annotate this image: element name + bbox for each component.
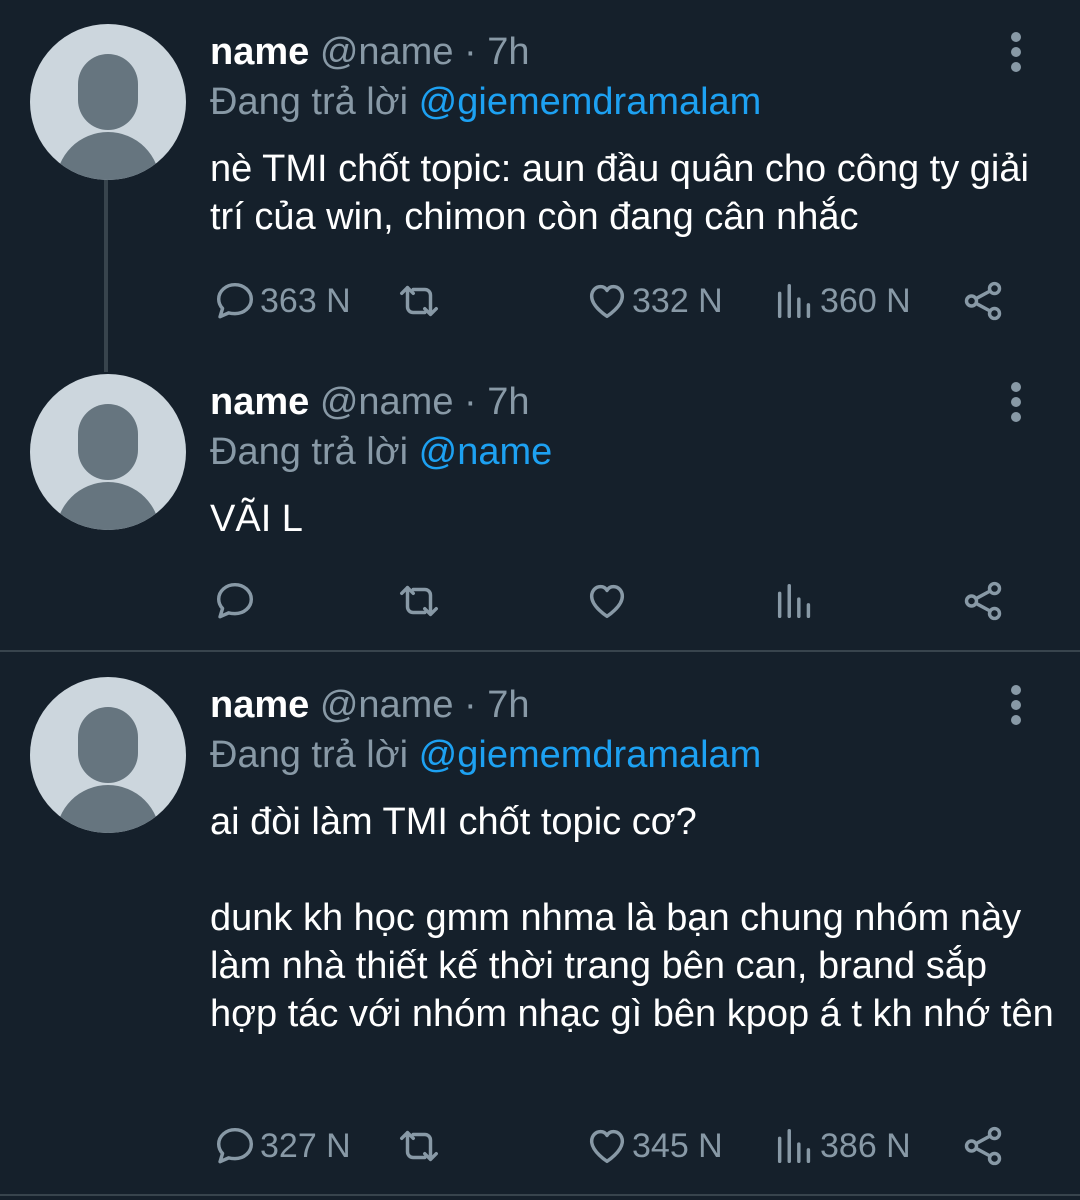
separator-dot: · <box>464 31 477 73</box>
retweet-button[interactable] <box>396 276 444 326</box>
heart-icon <box>589 584 625 619</box>
bar-chart-icon <box>777 583 811 619</box>
views-button[interactable]: 386 N <box>772 1121 911 1171</box>
avatar-body-shape <box>56 482 160 530</box>
heart-icon <box>589 284 625 319</box>
action-bar: 363 N 332 N 360 N <box>210 276 1060 326</box>
avatar[interactable] <box>30 24 186 180</box>
user-handle[interactable]: @name <box>320 31 454 73</box>
reply-button[interactable] <box>212 576 260 626</box>
avatar-head-shape <box>78 404 138 480</box>
views-button[interactable] <box>772 576 820 626</box>
tweet-feed: name @name · 7h Đang trả lời @giememdram… <box>0 0 1080 1200</box>
mention-link[interactable]: @name <box>419 431 553 473</box>
avatar-body-shape <box>56 785 160 833</box>
more-vertical-icon[interactable] <box>1008 32 1024 72</box>
tweet-time[interactable]: 7h <box>487 31 529 73</box>
heart-icon <box>589 1129 625 1164</box>
tweet-divider <box>0 1194 1080 1196</box>
action-bar <box>210 576 1060 626</box>
avatar-head-shape <box>78 54 138 130</box>
tweet-text: VÃI L <box>210 498 303 540</box>
display-name[interactable]: name <box>210 31 309 73</box>
tweet[interactable]: name @name · 7h Đang trả lời @name VÃI L <box>0 356 1080 650</box>
replying-to: Đang trả lời @giememdramalam <box>210 733 761 777</box>
retweet-icon <box>400 1130 438 1162</box>
like-count: 345 N <box>632 1126 723 1165</box>
tweet-header: name @name · 7h <box>210 30 530 74</box>
share-icon <box>964 281 1002 321</box>
bar-chart-icon <box>777 283 811 319</box>
user-handle[interactable]: @name <box>320 684 454 726</box>
tweet-text: nè TMI chốt topic: aun đầu quân cho công… <box>210 148 1029 238</box>
retweet-icon <box>400 585 438 617</box>
bar-chart-icon <box>777 1128 811 1164</box>
tweet-time[interactable]: 7h <box>487 684 529 726</box>
reply-button[interactable]: 363 N <box>212 276 351 326</box>
share-button[interactable] <box>960 276 1006 326</box>
tweet-header: name @name · 7h <box>210 380 530 424</box>
views-count: 360 N <box>820 281 911 320</box>
speech-bubble-icon <box>216 1127 254 1164</box>
like-button[interactable]: 332 N <box>584 276 723 326</box>
display-name[interactable]: name <box>210 684 309 726</box>
retweet-button[interactable] <box>396 576 444 626</box>
views-button[interactable]: 360 N <box>772 276 911 326</box>
avatar-body-shape <box>56 132 160 180</box>
share-icon <box>964 1126 1002 1166</box>
like-button[interactable] <box>584 576 632 626</box>
thread-connector <box>104 180 108 372</box>
speech-bubble-icon <box>216 282 254 319</box>
tweet-header: name @name · 7h <box>210 683 530 727</box>
separator-dot: · <box>464 684 477 726</box>
replying-to-label: Đang trả lời <box>210 81 409 123</box>
replying-to: Đang trả lời @name <box>210 430 552 474</box>
reply-count: 327 N <box>260 1126 351 1165</box>
like-button[interactable]: 345 N <box>584 1121 723 1171</box>
mention-link[interactable]: @giememdramalam <box>419 81 762 123</box>
avatar[interactable] <box>30 374 186 530</box>
replying-to-label: Đang trả lời <box>210 734 409 776</box>
display-name[interactable]: name <box>210 381 309 423</box>
mention-link[interactable]: @giememdramalam <box>419 734 762 776</box>
separator-dot: · <box>464 381 477 423</box>
tweet[interactable]: name @name · 7h Đang trả lời @giememdram… <box>0 0 1080 372</box>
tweet[interactable]: name @name · 7h Đang trả lời @giememdram… <box>0 652 1080 1192</box>
tweet-text: ai đòi làm TMI chốt topic cơ? dunk kh họ… <box>210 801 1054 1035</box>
share-button[interactable] <box>960 1121 1006 1171</box>
tweet-time[interactable]: 7h <box>487 381 529 423</box>
user-handle[interactable]: @name <box>320 381 454 423</box>
reply-count: 363 N <box>260 281 351 320</box>
more-vertical-icon[interactable] <box>1008 685 1024 725</box>
avatar-head-shape <box>78 707 138 783</box>
retweet-button[interactable] <box>396 1121 444 1171</box>
share-button[interactable] <box>960 576 1006 626</box>
avatar[interactable] <box>30 677 186 833</box>
views-count: 386 N <box>820 1126 911 1165</box>
share-icon <box>964 581 1002 621</box>
reply-button[interactable]: 327 N <box>212 1121 351 1171</box>
replying-to: Đang trả lời @giememdramalam <box>210 80 761 124</box>
retweet-icon <box>400 285 438 317</box>
more-vertical-icon[interactable] <box>1008 382 1024 422</box>
speech-bubble-icon <box>216 582 254 619</box>
replying-to-label: Đang trả lời <box>210 431 409 473</box>
action-bar: 327 N 345 N 386 N <box>210 1121 1060 1171</box>
like-count: 332 N <box>632 281 723 320</box>
